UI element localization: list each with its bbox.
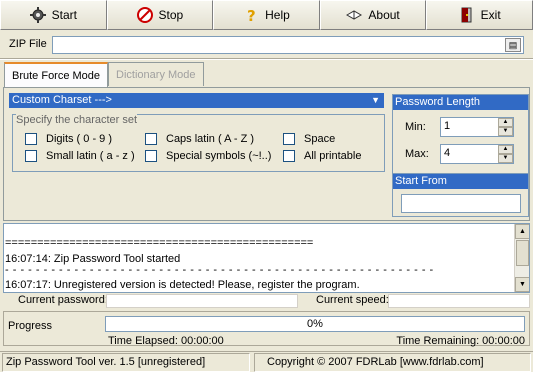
log-line: - - - - - - - - - - - - - - - - - - - - … [5,264,434,276]
spin-up-icon[interactable]: ▲ [498,145,513,154]
password-length-title: Password Length [393,95,528,110]
zip-file-input[interactable] [52,36,524,54]
min-label: Min: [405,121,426,133]
main-window: Start Stop ? Help About Exit ZIP File ▤ … [0,0,533,372]
space-checkbox[interactable]: Space [283,133,335,145]
brute-force-panel: Custom Charset ---> ▼ Specify the charac… [3,87,530,221]
checkbox-box[interactable] [145,150,157,162]
min-value: 1 [444,120,451,132]
max-label: Max: [405,148,429,160]
checkbox-box[interactable] [283,150,295,162]
mode-tabs: Brute Force Mode Dictionary Mode [4,62,204,88]
progress-bar: 0% [105,316,525,332]
log-line: ========================================… [5,237,314,249]
checkbox-box[interactable] [25,133,37,145]
stop-icon [136,7,153,23]
svg-text:?: ? [247,7,256,23]
divider [0,58,533,60]
scroll-thumb[interactable] [516,240,529,266]
charset-group: Specify the character set Digits ( 0 - 9… [12,114,385,172]
min-stepper[interactable]: 1 ▲ ▼ [440,117,514,137]
time-remaining: Time Remaining: 00:00:00 [396,335,525,347]
toolbar: Start Stop ? Help About Exit [0,0,533,30]
space-label: Space [304,133,336,145]
spin-down-icon[interactable]: ▼ [498,154,513,163]
progress-percent: 0% [307,318,323,330]
max-value: 4 [444,147,451,159]
time-elapsed: Time Elapsed: 00:00:00 [108,335,224,347]
exit-door-icon [459,7,475,23]
min-spin-buttons[interactable]: ▲ ▼ [498,118,513,136]
tab-brute-force[interactable]: Brute Force Mode [4,62,109,88]
start-from-input[interactable] [401,194,521,213]
gear-icon [29,7,46,23]
checkbox-box[interactable] [283,133,295,145]
progress-label: Progress [8,320,53,332]
log-output[interactable]: ========================================… [3,223,530,293]
start-label: Start [51,8,77,22]
help-label: Help [265,8,290,22]
scroll-down-icon[interactable]: ▼ [515,277,529,292]
charset-select[interactable]: Custom Charset ---> ▼ [9,93,384,108]
zip-file-row: ZIP File ▤ [0,32,533,58]
zip-file-label: ZIP File [9,38,47,50]
log-line: 16:07:17: Unregistered version is detect… [5,279,360,291]
status-copyright: Copyright © 2007 FDRLab [www.fdrlab.com] [254,353,531,372]
current-speed-label: Current speed: [316,294,389,306]
special-symbols-checkbox[interactable]: Special symbols (~!..) [145,150,271,162]
start-from-group: Start From [392,173,529,217]
log-scrollbar[interactable]: ▲ ▼ [514,224,529,292]
stop-label: Stop [158,8,184,22]
book-icon [346,7,363,23]
start-button[interactable]: Start [0,0,107,30]
status-bar: Zip Password Tool ver. 1.5 [unregistered… [0,351,533,372]
start-from-title: Start From [393,174,528,189]
chevron-down-icon[interactable]: ▼ [371,93,380,108]
status-version: Zip Password Tool ver. 1.5 [unregistered… [2,353,250,372]
spin-down-icon[interactable]: ▼ [498,127,513,136]
current-password-label: Current password: [18,294,108,306]
password-length-group: Password Length Min: 1 ▲ ▼ Max: 4 ▲ ▼ [392,94,529,174]
all-printable-label: All printable [304,150,362,162]
exit-button[interactable]: Exit [426,0,533,30]
all-printable-checkbox[interactable]: All printable [283,150,361,162]
help-button[interactable]: ? Help [213,0,320,30]
checkbox-box[interactable] [25,150,37,162]
current-status-row: Current password: Current speed: [0,294,533,308]
small-latin-label: Small latin ( a - z ) [46,150,135,162]
scroll-up-icon[interactable]: ▲ [515,224,529,239]
exit-label: Exit [480,8,501,22]
max-spin-buttons[interactable]: ▲ ▼ [498,145,513,163]
about-label: About [368,8,400,22]
current-password-value [106,294,298,308]
current-speed-value [388,294,530,308]
tab-dictionary[interactable]: Dictionary Mode [108,62,204,86]
charset-selected: Custom Charset ---> [12,94,112,106]
digits-checkbox[interactable]: Digits ( 0 - 9 ) [25,133,112,145]
browse-folder-icon[interactable]: ▤ [505,38,521,52]
caps-latin-checkbox[interactable]: Caps latin ( A - Z ) [145,133,254,145]
question-icon: ? [243,7,259,23]
spin-up-icon[interactable]: ▲ [498,118,513,127]
digits-label: Digits ( 0 - 9 ) [46,133,113,145]
about-button[interactable]: About [319,0,427,30]
max-stepper[interactable]: 4 ▲ ▼ [440,144,514,164]
caps-latin-label: Caps latin ( A - Z ) [166,133,255,145]
special-symbols-label: Special symbols (~!..) [166,150,272,162]
small-latin-checkbox[interactable]: Small latin ( a - z ) [25,150,135,162]
checkbox-box[interactable] [145,133,157,145]
stop-button[interactable]: Stop [106,0,214,30]
progress-panel: Progress 0% Time Elapsed: 00:00:00 Time … [3,311,530,347]
charset-group-title: Specify the character set [16,114,138,126]
